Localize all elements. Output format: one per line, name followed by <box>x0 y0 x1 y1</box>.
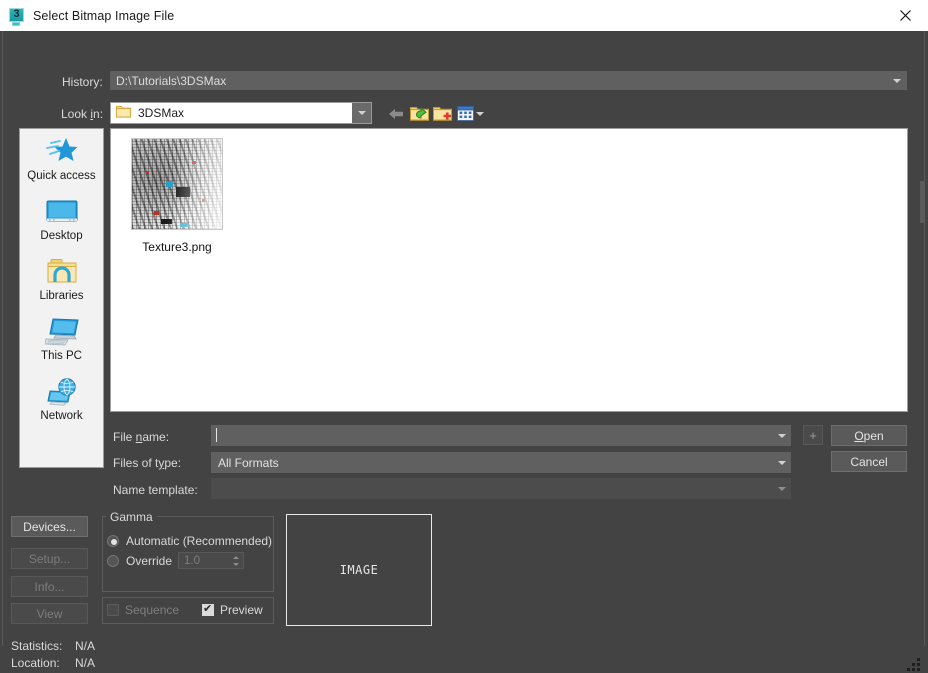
new-folder-icon[interactable] <box>431 103 453 124</box>
chevron-down-icon <box>772 478 791 499</box>
sidebar-item-label: This PC <box>41 350 82 362</box>
filetype-label-post: pe: <box>164 456 182 470</box>
filetype-select[interactable]: All Formats <box>211 452 791 473</box>
window-scrollbar-thumb[interactable] <box>920 181 924 223</box>
sequence-label: Sequence <box>125 603 180 617</box>
setup-button: Setup... <box>11 548 88 569</box>
gamma-legend: Gamma <box>106 510 157 524</box>
texture-thumbnail <box>131 138 223 230</box>
view-button: View <box>11 603 88 624</box>
window-title-bar: 3 Select Bitmap Image File <box>0 0 928 31</box>
libraries-folder-icon <box>46 255 78 288</box>
preview-label: Preview <box>220 603 263 617</box>
lookin-label-pre: Look <box>61 107 91 121</box>
info-button: Info... <box>11 576 88 597</box>
sidebar-item-label: Desktop <box>40 230 83 242</box>
chevron-down-icon[interactable] <box>772 425 791 446</box>
sidebar-item-quick-access[interactable]: Quick access <box>20 129 103 189</box>
open-label-accel: O <box>854 428 864 443</box>
add-path-button[interactable]: + <box>803 425 823 445</box>
image-preview-panel: IMAGE <box>286 514 432 626</box>
sidebar-item-desktop[interactable]: Desktop <box>20 189 103 249</box>
nametemplate-select <box>211 478 791 499</box>
list-item-label: Texture3.png <box>142 240 212 254</box>
chevron-down-icon[interactable] <box>772 452 791 473</box>
filetype-label: Files of type: <box>113 456 181 470</box>
radio-indicator <box>107 535 119 547</box>
history-combobox[interactable]: D:\Tutorials\3DSMax <box>110 71 907 90</box>
monitor-icon <box>46 195 78 228</box>
filename-label-pre: File <box>113 430 136 444</box>
chevron-down-icon[interactable] <box>474 108 486 120</box>
dialog-left-edge <box>2 31 3 646</box>
gamma-automatic-label: Automatic (Recommended) <box>126 534 273 548</box>
folder-icon <box>116 105 131 121</box>
star-icon <box>45 135 78 168</box>
close-icon[interactable] <box>882 0 928 31</box>
gamma-override-label: Override <box>126 554 173 568</box>
select-bitmap-dialog: History: D:\Tutorials\3DSMax Look in: 3D… <box>0 31 928 671</box>
dialog-right-edge <box>924 31 925 646</box>
resize-grip[interactable] <box>906 657 922 673</box>
statistics-label: Statistics: <box>11 639 63 653</box>
gamma-override-stepper: 1.0 <box>178 552 244 569</box>
network-globe-icon <box>46 375 78 408</box>
location-value: N/A <box>75 656 96 670</box>
file-list[interactable]: Texture3.png <box>110 128 908 412</box>
filetype-value: All Formats <box>218 455 279 470</box>
sidebar-item-label: Libraries <box>39 290 84 302</box>
checkbox-indicator <box>202 602 214 616</box>
sidebar-item-network[interactable]: Network <box>20 369 103 429</box>
devices-button[interactable]: Devices... <box>11 516 88 537</box>
nametemplate-label: Name template: <box>113 483 198 497</box>
gamma-override-value: 1.0 <box>184 554 200 567</box>
computer-icon <box>44 315 79 348</box>
cancel-button[interactable]: Cancel <box>831 451 907 472</box>
sequence-checkbox: Sequence <box>107 603 179 617</box>
gamma-automatic-radio[interactable]: Automatic (Recommended) <box>107 534 272 548</box>
history-label: History: <box>62 75 103 89</box>
checkbox-indicator <box>107 604 119 616</box>
lookin-combobox[interactable]: 3DSMax <box>110 102 372 124</box>
history-value: D:\Tutorials\3DSMax <box>116 73 227 88</box>
up-one-level-icon[interactable] <box>408 103 430 124</box>
chevron-down-icon[interactable] <box>887 71 907 90</box>
radio-indicator <box>107 555 119 567</box>
lookin-label-post: n: <box>93 107 104 121</box>
sidebar-item-this-pc[interactable]: This PC <box>20 309 103 369</box>
stepper-arrows-icon <box>230 554 241 568</box>
filetype-label-pre: Files of t <box>113 456 159 470</box>
lookin-dropdown-arrow[interactable] <box>352 103 371 123</box>
close-glyph <box>899 10 911 21</box>
statistics-value: N/A <box>75 639 96 653</box>
places-bar: Quick access Desktop Libraries This PC N… <box>19 128 104 468</box>
back-arrow-icon[interactable] <box>385 103 407 124</box>
filename-label-post: ame: <box>142 430 170 444</box>
sidebar-item-libraries[interactable]: Libraries <box>20 249 103 309</box>
preview-checkbox[interactable]: Preview <box>202 602 263 617</box>
gamma-override-radio[interactable]: Override <box>107 554 172 568</box>
view-menu-icon[interactable] <box>454 103 476 124</box>
open-label-post: pen <box>863 428 884 443</box>
filename-label: File name: <box>113 430 169 444</box>
window-title: Select Bitmap Image File <box>33 8 175 23</box>
text-cursor <box>216 428 217 442</box>
location-label: Location: <box>11 656 60 670</box>
lookin-label: Look in: <box>61 107 103 121</box>
list-item[interactable]: Texture3.png <box>121 138 233 254</box>
lookin-value: 3DSMax <box>138 106 185 120</box>
filename-input[interactable] <box>211 425 791 446</box>
open-button[interactable]: Open <box>831 425 907 446</box>
sidebar-item-label: Network <box>40 410 83 422</box>
3dsmax-icon: 3 <box>9 7 25 26</box>
sidebar-item-label: Quick access <box>27 170 96 182</box>
